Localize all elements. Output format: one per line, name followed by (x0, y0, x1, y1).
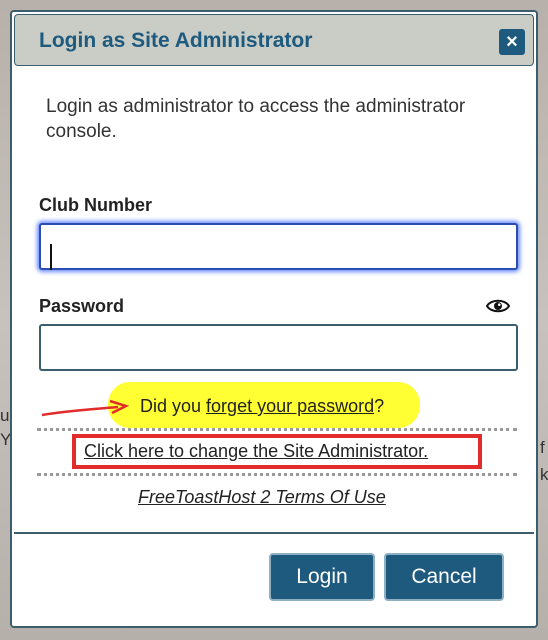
change-site-administrator-link[interactable]: Click here to change the Site Administra… (84, 441, 428, 462)
forgot-password-row: Did you forget your password? (140, 396, 384, 417)
login-dialog: Login as Site Administrator × Login as a… (10, 10, 538, 628)
dialog-titlebar: Login as Site Administrator × (14, 14, 534, 66)
close-icon: × (506, 31, 518, 53)
forgot-suffix: ? (374, 396, 385, 416)
forgot-prefix: Did you (140, 396, 207, 416)
password-input[interactable] (39, 324, 518, 371)
text-cursor (50, 244, 52, 270)
divider (37, 428, 517, 431)
forgot-password-link[interactable]: forget your password (206, 396, 374, 416)
background-text: u (0, 406, 10, 425)
cancel-button[interactable]: Cancel (384, 553, 504, 601)
background-text: k (540, 465, 548, 484)
dialog-intro-text: Login as administrator to access the adm… (46, 96, 466, 142)
dialog-title: Login as Site Administrator (39, 29, 313, 52)
divider (37, 473, 517, 476)
club-number-input[interactable] (39, 223, 518, 270)
red-arrow-icon (41, 399, 130, 417)
close-button[interactable]: × (499, 29, 525, 55)
eye-icon[interactable] (486, 298, 510, 314)
background-text: f (540, 438, 545, 457)
club-number-label: Club Number (39, 195, 153, 215)
footer-divider (14, 532, 534, 534)
terms-of-use-link[interactable]: FreeToastHost 2 Terms Of Use (138, 487, 386, 508)
login-button[interactable]: Login (269, 553, 375, 601)
password-label: Password (39, 296, 125, 316)
